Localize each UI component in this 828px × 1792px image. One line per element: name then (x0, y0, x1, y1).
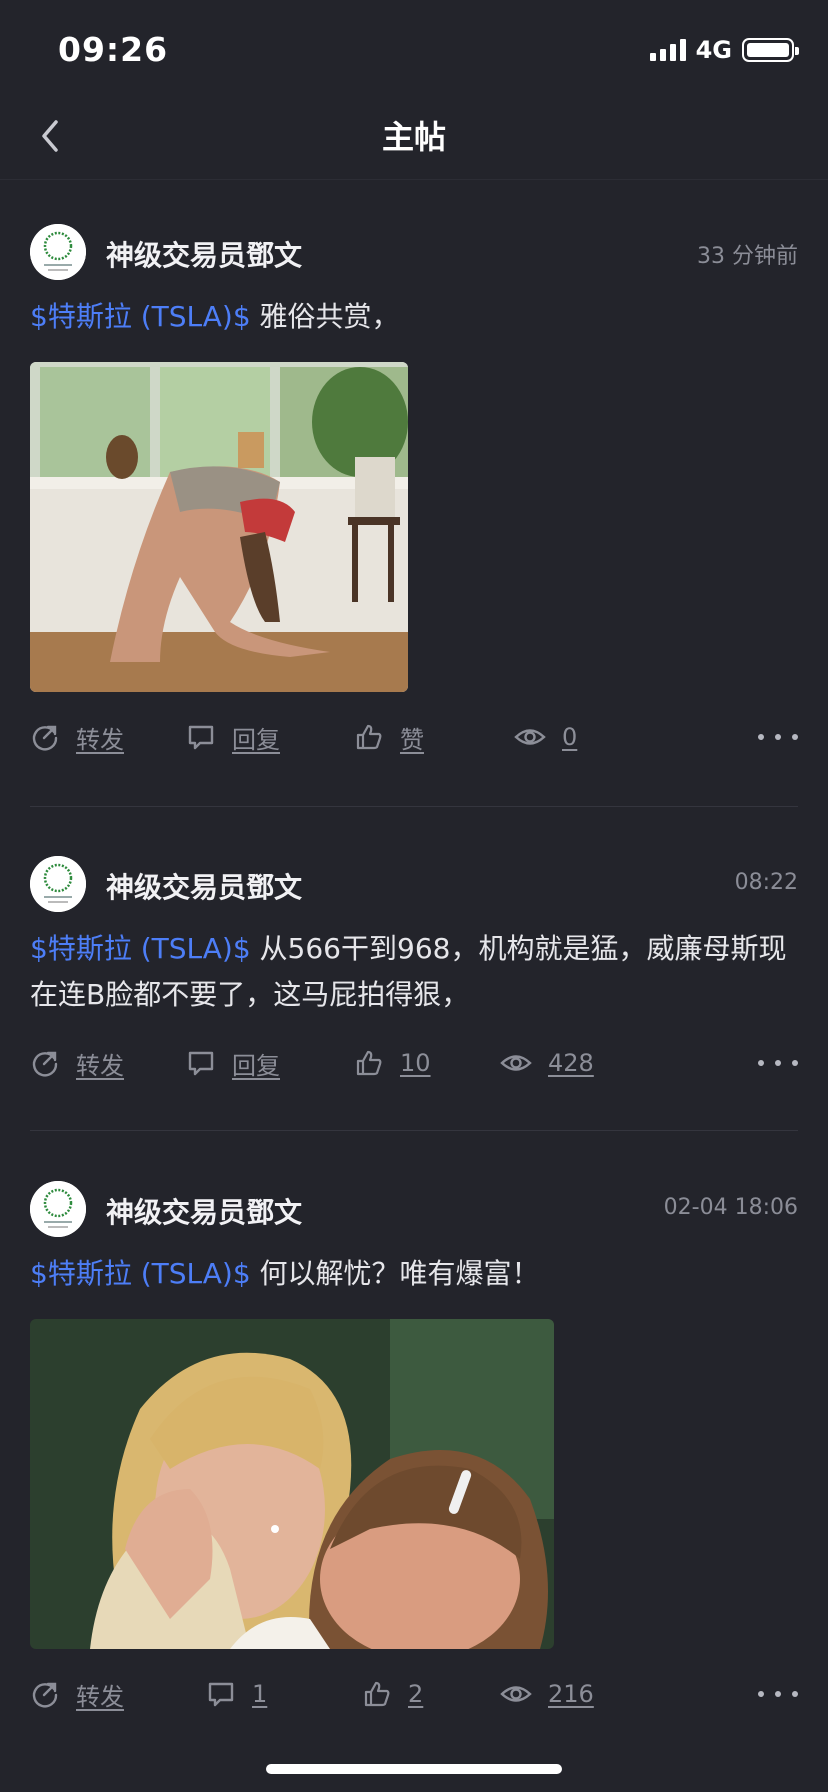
forward-button[interactable]: 转发 (30, 1038, 124, 1088)
more-options-button[interactable] (758, 1679, 798, 1709)
thumbs-up-icon (356, 1050, 382, 1076)
forward-button[interactable]: 转发 (30, 1669, 124, 1719)
views-label: 216 (548, 1680, 594, 1708)
status-indicators: 4G (649, 36, 799, 64)
post-item[interactable]: 神级交易员鄧文 33 分钟前 $特斯拉 (TSLA)$ 雅俗共赏， 转发 回复 … (30, 224, 798, 772)
reply-label: 回复 (232, 725, 280, 754)
share-icon (32, 725, 58, 751)
like-label: 赞 (400, 725, 424, 754)
reply-button[interactable]: 回复 (186, 712, 280, 762)
views-label: 428 (548, 1049, 594, 1077)
views-count[interactable]: 0 (514, 712, 577, 762)
like-button[interactable]: 2 (362, 1669, 423, 1719)
forward-label: 转发 (76, 725, 124, 754)
nav-bar: 主帖 (0, 100, 828, 180)
avatar[interactable] (30, 856, 86, 912)
author-name[interactable]: 神级交易员鄧文 (106, 1191, 302, 1231)
post-time: 08:22 (734, 870, 798, 895)
like-button[interactable]: 赞 (354, 712, 424, 762)
reply-label: 1 (252, 1680, 268, 1708)
thumbs-up-icon (364, 1681, 390, 1707)
eye-icon (514, 729, 546, 745)
reply-button[interactable]: 回复 (186, 1038, 280, 1088)
post-item[interactable]: 神级交易员鄧文 02-04 18:06 $特斯拉 (TSLA)$ 何以解忧？唯有… (30, 1181, 798, 1729)
forward-label: 转发 (76, 1051, 124, 1080)
stock-tag-link[interactable]: $特斯拉 (TSLA)$ (30, 300, 251, 333)
post-header: 神级交易员鄧文 08:22 (30, 856, 798, 916)
reply-button[interactable]: 1 (206, 1669, 267, 1719)
page-title: 主帖 (381, 118, 446, 156)
author-name[interactable]: 神级交易员鄧文 (106, 234, 302, 274)
comment-icon (188, 725, 214, 750)
stock-tag-link[interactable]: $特斯拉 (TSLA)$ (30, 1257, 251, 1290)
views-count[interactable]: 428 (500, 1038, 594, 1088)
post-body-text: 雅俗共赏， (250, 300, 400, 333)
like-label: 2 (408, 1680, 424, 1708)
status-time: 09:26 (58, 30, 169, 69)
author-name[interactable]: 神级交易员鄧文 (106, 866, 302, 906)
post-body-text: 何以解忧？唯有爆富！ (250, 1257, 540, 1290)
stock-tag-link[interactable]: $特斯拉 (TSLA)$ (30, 932, 251, 965)
status-bar: 09:26 4G (0, 0, 828, 100)
post-content: $特斯拉 (TSLA)$ 何以解忧？唯有爆富！ (30, 1251, 798, 1297)
share-icon (32, 1682, 58, 1708)
post-actions: 转发 回复 10 428 (30, 1038, 798, 1098)
share-icon (32, 1051, 58, 1077)
post-actions: 转发 1 2 216 (30, 1669, 798, 1729)
forward-button[interactable]: 转发 (30, 712, 124, 762)
post-divider (30, 806, 798, 807)
comment-icon (188, 1051, 214, 1076)
like-button[interactable]: 10 (354, 1038, 431, 1088)
post-image[interactable] (30, 362, 408, 692)
signal-strength-icon (649, 39, 686, 61)
post-content: $特斯拉 (TSLA)$ 雅俗共赏， (30, 294, 798, 340)
avatar[interactable] (30, 1181, 86, 1237)
post-time: 33 分钟前 (697, 244, 798, 269)
network-type: 4G (695, 36, 732, 64)
avatar[interactable] (30, 224, 86, 280)
post-content: $特斯拉 (TSLA)$ 从566干到968，机构就是猛，威廉母斯现在连B脸都不… (30, 926, 798, 1018)
post-header: 神级交易员鄧文 33 分钟前 (30, 224, 798, 284)
post-time: 02-04 18:06 (663, 1195, 798, 1220)
battery-icon (742, 38, 799, 62)
like-label: 10 (400, 1049, 431, 1077)
forward-label: 转发 (76, 1682, 124, 1711)
views-count[interactable]: 216 (500, 1669, 594, 1719)
post-divider (30, 1130, 798, 1131)
views-label: 0 (562, 723, 578, 751)
more-options-button[interactable] (758, 1048, 798, 1078)
post-actions: 转发 回复 赞 0 (30, 712, 798, 772)
eye-icon (500, 1686, 532, 1702)
post-header: 神级交易员鄧文 02-04 18:06 (30, 1181, 798, 1241)
comment-icon (208, 1682, 234, 1707)
post-image[interactable] (30, 1319, 554, 1649)
reply-label: 回复 (232, 1051, 280, 1080)
home-indicator[interactable] (266, 1764, 562, 1774)
eye-icon (500, 1055, 532, 1071)
thumbs-up-icon (356, 724, 382, 750)
post-item[interactable]: 神级交易员鄧文 08:22 $特斯拉 (TSLA)$ 从566干到968，机构就… (30, 856, 798, 1098)
more-options-button[interactable] (758, 722, 798, 752)
